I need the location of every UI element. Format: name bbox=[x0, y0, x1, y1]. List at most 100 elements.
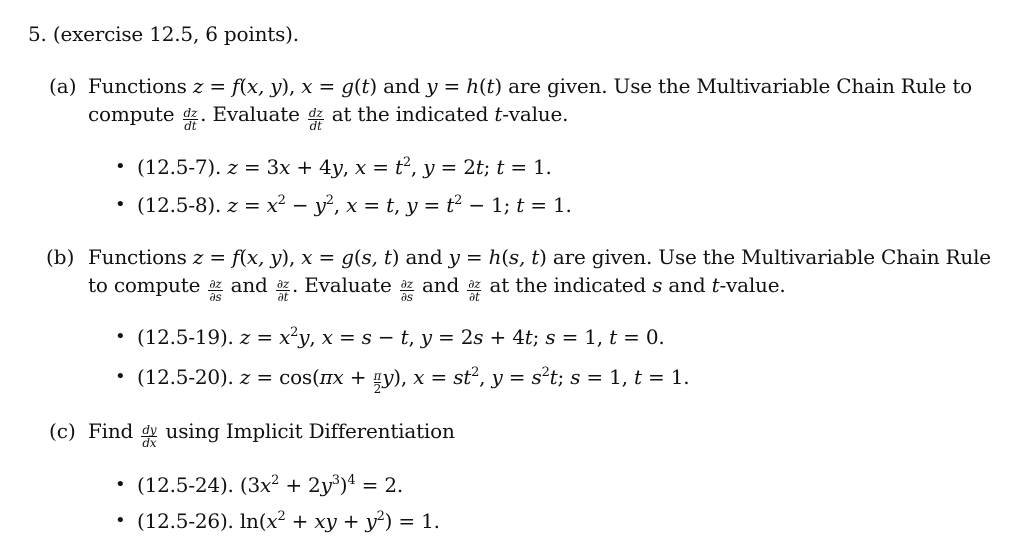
math-variable: s bbox=[531, 365, 542, 389]
part-b-item-2: (12.5-20). z = cos(πx + π 2 y), x = st2, y… bbox=[137, 365, 690, 395]
superscript: 2 bbox=[541, 365, 550, 380]
math-variable: x, y bbox=[246, 74, 282, 98]
math-variable: y bbox=[426, 74, 438, 98]
math-variable: s, t bbox=[361, 245, 392, 269]
part-c-item-1: (12.5-24). (3x2 + 2y3)4 = 2. bbox=[137, 473, 403, 497]
math-variable: z bbox=[192, 74, 204, 98]
text-run: = bbox=[459, 245, 489, 269]
text-run: compute bbox=[88, 102, 181, 126]
text-run: ( bbox=[501, 245, 509, 269]
text-run: = bbox=[357, 193, 387, 217]
fraction: ∂z ∂t bbox=[275, 278, 290, 303]
math-variable: s, t bbox=[508, 245, 540, 269]
fraction-denominator: ∂s bbox=[400, 290, 413, 304]
math-variable: x bbox=[260, 473, 272, 497]
part-c-item-2: (12.5-26). ln(x2 + xy + y2) = 1. bbox=[137, 509, 440, 533]
text-run: ; bbox=[532, 325, 546, 349]
text-run: + 4 bbox=[483, 325, 525, 349]
math-variable: h bbox=[466, 74, 479, 98]
math-variable: z bbox=[227, 193, 238, 217]
math-variable: x bbox=[321, 325, 333, 349]
text-run: = 0. bbox=[616, 325, 665, 349]
superscript: 2 bbox=[277, 509, 286, 524]
text-run: (12.5-26). ln( bbox=[137, 509, 267, 533]
text-run: + 4 bbox=[290, 155, 332, 179]
fraction-denominator: dt bbox=[309, 119, 322, 133]
text-run: = 1, bbox=[580, 365, 634, 389]
text-run: , bbox=[410, 155, 424, 179]
fraction: ∂z ∂t bbox=[467, 278, 482, 303]
math-variable: y bbox=[491, 365, 503, 389]
math-variable: y bbox=[365, 509, 377, 533]
text-run: = 2. bbox=[355, 473, 404, 497]
math-variable: x, y bbox=[246, 245, 282, 269]
math-variable: x bbox=[301, 74, 313, 98]
math-variable: y bbox=[448, 245, 460, 269]
text-run: = bbox=[312, 74, 342, 98]
fraction: ∂z ∂s bbox=[399, 278, 414, 304]
text-run: = bbox=[237, 193, 267, 217]
text-run: = bbox=[203, 74, 233, 98]
text-run: + bbox=[285, 509, 315, 533]
math-variable: t bbox=[496, 155, 505, 179]
math-variable: y bbox=[423, 155, 435, 179]
bullet-icon: • bbox=[115, 194, 126, 215]
text-run: − bbox=[285, 193, 315, 217]
text-run: ), bbox=[281, 74, 302, 98]
text-run: ) are given. Use the Multivariable Chain… bbox=[494, 74, 973, 98]
text-run: ), bbox=[281, 245, 302, 269]
fraction: dz dt bbox=[182, 107, 199, 133]
text-run: ( bbox=[239, 74, 247, 98]
part-c-label: (c) bbox=[49, 419, 76, 443]
text-run: ( bbox=[239, 245, 247, 269]
math-variable: y bbox=[420, 325, 432, 349]
math-variable: s bbox=[361, 325, 372, 349]
text-run: ; bbox=[557, 365, 571, 389]
part-a-line-2: compute dz dt. Evaluate dz dt at the indic… bbox=[88, 102, 568, 132]
text-run: = 1. bbox=[504, 155, 552, 179]
text-run: . Evaluate bbox=[291, 273, 398, 297]
math-variable: x bbox=[266, 193, 278, 217]
text-run: = bbox=[312, 245, 342, 269]
superscript: 2 bbox=[271, 473, 280, 488]
exercise-title: 5. (exercise 12.5, 6 points). bbox=[28, 22, 299, 46]
text-run: + bbox=[343, 365, 373, 389]
bullet-icon: • bbox=[115, 366, 126, 387]
text-run: and bbox=[224, 273, 274, 297]
text-run: (12.5-20). bbox=[137, 365, 240, 389]
math-variable: y bbox=[314, 193, 326, 217]
text-run: to compute bbox=[88, 273, 207, 297]
math-variable: x bbox=[301, 245, 313, 269]
text-run: ( bbox=[478, 74, 487, 98]
math-variable: y bbox=[406, 193, 418, 217]
part-b-item-1: (12.5-19). z = x2y, x = s − t, y = 2s + … bbox=[137, 325, 665, 349]
text-run: ) = 1. bbox=[384, 509, 440, 533]
superscript: 2 bbox=[277, 193, 286, 208]
math-variable: x bbox=[346, 193, 358, 217]
text-run: (12.5-8). bbox=[137, 193, 228, 217]
text-run: -value. bbox=[502, 102, 569, 126]
math-variable: s bbox=[570, 365, 581, 389]
part-b-label: (b) bbox=[46, 245, 75, 269]
math-variable: z bbox=[192, 245, 204, 269]
math-variable: z bbox=[239, 365, 251, 389]
math-variable: x bbox=[279, 325, 291, 349]
text-run: , bbox=[479, 365, 492, 389]
math-variable: z bbox=[227, 155, 238, 179]
fraction-denominator: dt bbox=[184, 119, 197, 133]
fraction: dz dt bbox=[307, 107, 324, 133]
part-a-item-1: (12.5-7). z = 3x + 4y, x = t2, y = 2t; t… bbox=[137, 155, 552, 179]
bullet-icon: • bbox=[115, 326, 126, 347]
text-run: , bbox=[342, 155, 356, 179]
fraction: π2 bbox=[373, 370, 381, 395]
text-run: = 2 bbox=[434, 155, 476, 179]
text-run: Find bbox=[88, 419, 140, 443]
math-variable: x bbox=[279, 155, 291, 179]
text-run: = bbox=[250, 325, 280, 349]
math-variable: πx bbox=[319, 365, 344, 389]
math-variable: g bbox=[341, 245, 354, 269]
text-run: = 3 bbox=[237, 155, 280, 179]
text-run: = cos( bbox=[250, 365, 320, 389]
text-run: Functions bbox=[88, 245, 193, 269]
math-variable: y bbox=[331, 155, 343, 179]
